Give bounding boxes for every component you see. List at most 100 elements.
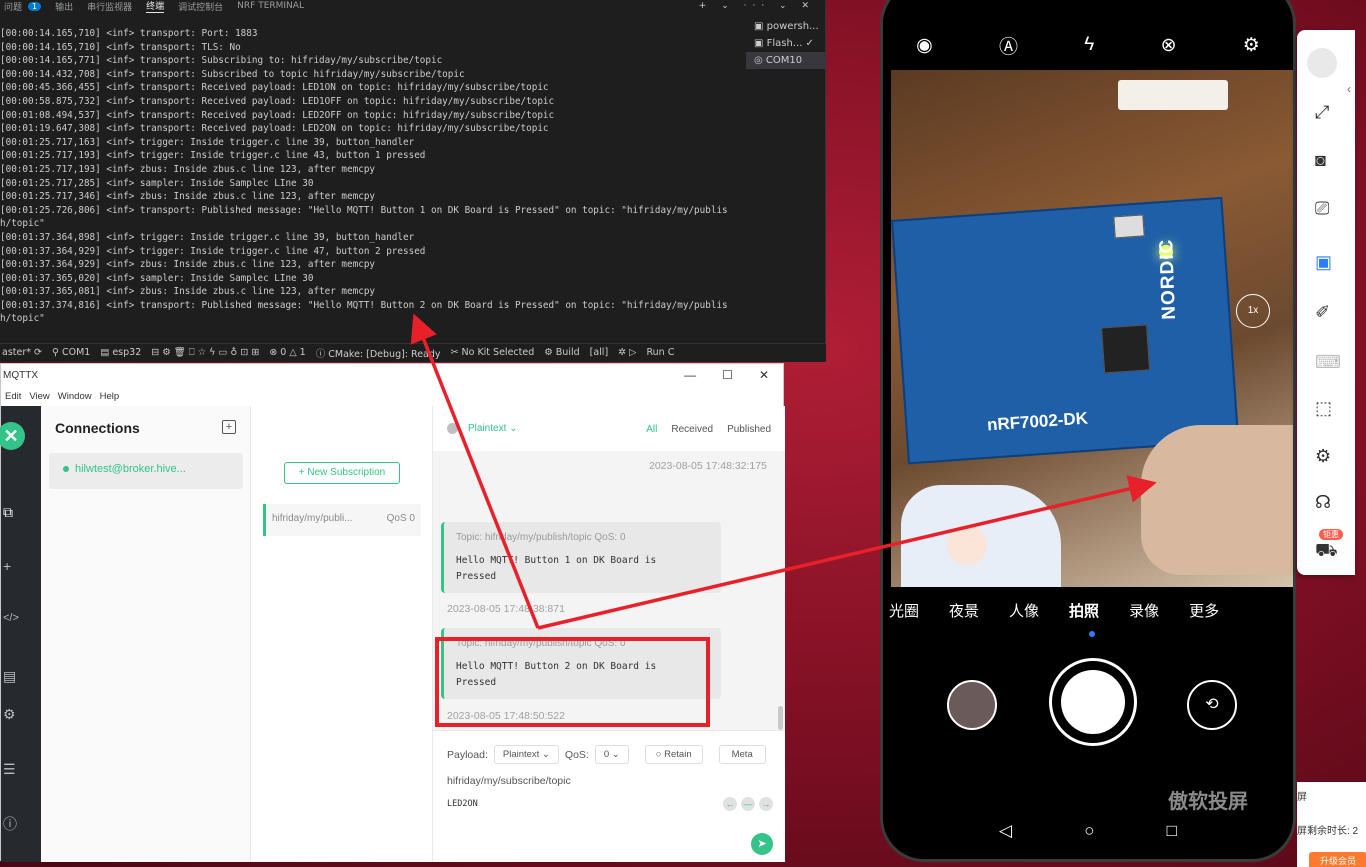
status-run[interactable]: Run C	[646, 347, 674, 358]
status-icons[interactable]: ⊟ ⚙ 🗑 ⎕ ☆ ϟ ▭ ♁ ⊡ ⊞	[151, 347, 259, 358]
board-brand: NORDIC	[1156, 238, 1180, 320]
filter-all[interactable]: All	[646, 424, 657, 435]
camera-top-bar: ◉ Ⓐ ϟ ⊗ ⚙	[883, 3, 1293, 69]
about-icon[interactable]: ⓘ	[3, 814, 17, 834]
mode-more[interactable]: 更多	[1189, 600, 1219, 621]
terminal-item-powershell[interactable]: ▣ powersh...	[746, 18, 826, 35]
draw-icon[interactable]: ✐	[1315, 302, 1330, 323]
tab-debug-console[interactable]: 调试控制台	[178, 0, 223, 13]
status-kit[interactable]: ✂ No Kit Selected	[451, 347, 535, 358]
back-icon[interactable]: ◁	[999, 821, 1012, 841]
filter-received[interactable]: Received	[671, 424, 713, 435]
message-bubble[interactable]: Topic: hifriday/my/publish/topic QoS: 0 …	[441, 628, 721, 699]
terminal-output[interactable]: [00:00:14.165,710] <inf> transport: Port…	[0, 27, 745, 326]
send-button[interactable]: ➤	[751, 833, 773, 855]
subscribe-feed-icon[interactable]: ☰	[3, 761, 16, 778]
tab-serial-monitor[interactable]: 串行监视器	[87, 0, 132, 13]
ai-icon[interactable]: Ⓐ	[999, 32, 1018, 59]
status-build[interactable]: ⚙ Build	[544, 347, 579, 358]
settings-gear-icon[interactable]: ⚙	[1315, 446, 1331, 467]
minimize-button[interactable]: —	[684, 368, 696, 382]
switch-camera-icon[interactable]: ⟲	[1187, 680, 1237, 730]
gallery-thumbnail[interactable]	[947, 680, 997, 730]
cart-icon[interactable]: ⛟	[1315, 540, 1338, 564]
mode-photo[interactable]: 拍照	[1069, 600, 1099, 621]
status-problems[interactable]: ⊗ 0 △ 1	[269, 347, 305, 358]
collapse-icon[interactable]: ‹	[1347, 82, 1351, 96]
home-icon[interactable]: ○	[1084, 821, 1094, 841]
recents-icon[interactable]: □	[1167, 821, 1177, 841]
record-icon[interactable]: ⎚	[1315, 198, 1329, 219]
flash-off-icon[interactable]: ϟ	[1084, 34, 1094, 56]
vscode-terminal-panel: 问题 1 输出 串行监视器 终端 调试控制台 NRF TERMINAL + ⌄ …	[0, 0, 826, 362]
status-branch[interactable]: aster* ⟳	[2, 347, 42, 358]
tab-terminal[interactable]: 终端	[146, 0, 165, 13]
status-cmake[interactable]: ⓘ CMake: [Debug]: Ready	[316, 346, 441, 360]
upgrade-button[interactable]: 升级会员	[1309, 852, 1366, 867]
promo-line-1: 屏	[1297, 792, 1307, 803]
fullscreen-icon[interactable]: ⤢	[1315, 102, 1329, 123]
keyboard-icon[interactable]: ⌨	[1315, 352, 1341, 373]
active-mode-dot	[1089, 631, 1095, 637]
support-icon[interactable]: ☊	[1315, 492, 1331, 513]
terminal-line: [00:00:58.875,732] <inf> transport: Rece…	[0, 95, 555, 107]
history-next-icon[interactable]: →	[759, 797, 773, 811]
connections-icon[interactable]: ⧉	[3, 504, 13, 521]
mode-video[interactable]: 录像	[1129, 600, 1159, 621]
menu-view[interactable]: View	[29, 391, 49, 402]
crop-icon[interactable]: ⬚	[1315, 398, 1332, 419]
publish-topic-input[interactable]: hifriday/my/subscribe/topic	[447, 775, 571, 787]
new-connection-icon[interactable]: +	[3, 558, 11, 574]
terminal-line: [00:01:25.726,806] <inf> transport: Publ…	[0, 204, 728, 216]
history-clear-icon[interactable]: —	[741, 797, 755, 811]
filter-published[interactable]: Published	[727, 424, 771, 435]
terminal-line: [00:01:37.364,929] <inf> trigger: Inside…	[0, 245, 426, 257]
phone-mirror: ◉ Ⓐ ϟ ⊗ ⚙ NORDIC nRF7002-DK 1x 光圈 夜景 人像 …	[880, 0, 1296, 862]
close-button[interactable]: ✕	[759, 368, 769, 382]
mode-portrait[interactable]: 人像	[1009, 600, 1039, 621]
status-com-port[interactable]: ⚲ COM1	[52, 347, 90, 358]
settings-icon[interactable]: ⚙	[3, 706, 16, 723]
script-icon[interactable]: </>	[3, 612, 19, 624]
retain-toggle[interactable]: ○ Retain	[644, 745, 703, 764]
log-icon[interactable]: ▤	[3, 668, 16, 685]
add-connection-button[interactable]: +	[222, 420, 236, 434]
qos-select[interactable]: 0 ⌄	[594, 745, 629, 764]
status-target[interactable]: ▤ esp32	[100, 347, 141, 358]
terminal-item-com10[interactable]: ◎ COM10	[746, 52, 826, 69]
tab-nrf-terminal[interactable]: NRF TERMINAL	[237, 1, 304, 11]
zoom-button[interactable]: 1x	[1236, 294, 1270, 328]
mode-night[interactable]: 夜景	[949, 600, 979, 621]
maximize-button[interactable]: ☐	[722, 368, 733, 382]
avatar[interactable]	[1307, 48, 1337, 78]
cast-icon[interactable]: ▣	[1315, 252, 1332, 273]
camera-settings-icon[interactable]: ⚙	[1243, 34, 1260, 57]
messages-scrollbar[interactable]	[778, 706, 783, 730]
message-bubble[interactable]: Topic: hifriday/my/publish/topic QoS: 0 …	[441, 522, 721, 593]
filter-icon[interactable]: ⊗	[1161, 34, 1177, 57]
tab-problems[interactable]: 问题	[4, 0, 22, 13]
shutter-button[interactable]	[1049, 658, 1137, 746]
status-build-target[interactable]: [all]	[590, 347, 609, 358]
connection-item[interactable]: hilwtest@broker.hive...	[49, 453, 243, 489]
panel-toolbar[interactable]: + ⌄ ··· ⌄ ✕	[699, 1, 815, 11]
new-subscription-button[interactable]: + New Subscription	[284, 462, 400, 484]
focus-icon[interactable]: ◉	[916, 34, 933, 57]
terminal-line: [00:01:25.717,285] <inf> sampler: Inside…	[0, 177, 314, 189]
menu-window[interactable]: Window	[58, 391, 92, 402]
history-prev-icon[interactable]: ←	[723, 797, 737, 811]
publish-payload-input[interactable]: LED2ON	[447, 799, 478, 809]
subscription-item[interactable]: hifriday/my/publi... QoS 0	[263, 504, 421, 536]
meta-button[interactable]: Meta	[718, 745, 766, 764]
menu-help[interactable]: Help	[100, 391, 120, 402]
title-bar: MQTTX — ☐ ✕	[1, 364, 783, 386]
tab-output[interactable]: 输出	[55, 0, 73, 13]
payload-type-select[interactable]: Plaintext ⌄	[493, 745, 559, 764]
camera-viewfinder[interactable]: NORDIC nRF7002-DK	[891, 70, 1293, 587]
payload-format-select[interactable]: Plaintext ⌄	[447, 423, 518, 434]
menu-edit[interactable]: Edit	[5, 391, 21, 402]
status-debug-icons[interactable]: ✲ ▷	[618, 347, 636, 358]
screenshot-icon[interactable]: ◙	[1315, 150, 1326, 171]
terminal-item-flash[interactable]: ▣ Flash... ✓	[746, 35, 826, 52]
mode-aperture[interactable]: 光圈	[889, 600, 919, 621]
